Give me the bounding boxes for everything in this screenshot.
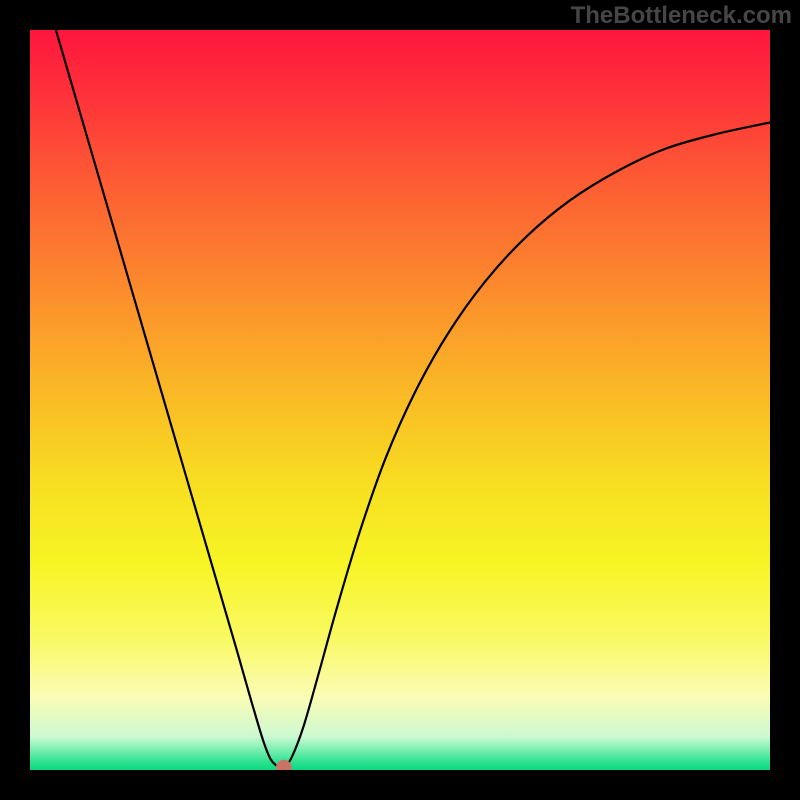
watermark-text: TheBottleneck.com: [571, 2, 792, 30]
plot-area: [30, 30, 770, 770]
chart-container: TheBottleneck.com: [0, 0, 800, 800]
plot-svg: [30, 30, 770, 770]
gradient-background: [30, 30, 770, 770]
